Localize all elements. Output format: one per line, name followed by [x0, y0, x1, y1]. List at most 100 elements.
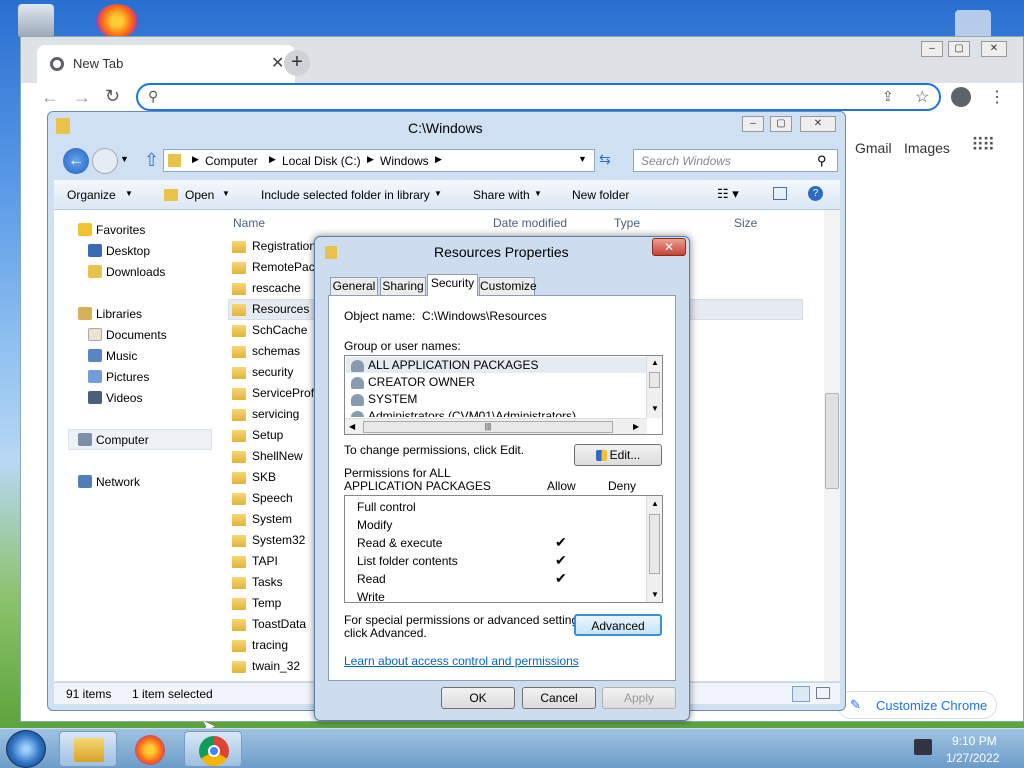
- preview-pane-icon[interactable]: [773, 187, 787, 200]
- folder-row[interactable]: System32: [228, 530, 318, 551]
- scroll-thumb[interactable]: [649, 514, 660, 574]
- minimize-button[interactable]: –: [921, 41, 943, 57]
- nav-desktop[interactable]: Desktop: [88, 242, 150, 260]
- learn-access-control-link[interactable]: Learn about access control and permissio…: [344, 654, 579, 668]
- up-icon[interactable]: ⇧: [144, 150, 159, 171]
- start-button[interactable]: [6, 730, 46, 768]
- dialog-close-button[interactable]: ✕: [652, 238, 686, 256]
- new-folder-button[interactable]: New folder: [572, 188, 629, 202]
- folder-row[interactable]: ShellNew: [228, 446, 318, 467]
- open-button[interactable]: Open: [185, 188, 214, 202]
- folder-row[interactable]: Speech: [228, 488, 318, 509]
- tab-sharing[interactable]: Sharing: [380, 277, 426, 296]
- scroll-right-icon[interactable]: ▶: [633, 422, 639, 431]
- edit-button[interactable]: Edit...: [574, 444, 662, 466]
- folder-row-selected[interactable]: Resources: [228, 299, 318, 320]
- folder-row[interactable]: SchCache: [228, 320, 318, 341]
- close-tab-icon[interactable]: ✕: [271, 53, 284, 73]
- explorer-maximize-button[interactable]: ▢: [770, 116, 792, 132]
- user-item[interactable]: CREATOR OWNER: [351, 375, 475, 389]
- column-type[interactable]: Type: [614, 216, 640, 230]
- apps-grid-icon[interactable]: ⠿⠿: [971, 135, 995, 156]
- folder-row[interactable]: Tasks: [228, 572, 318, 593]
- share-icon[interactable]: ⇪: [882, 88, 894, 105]
- file-list-scrollbar[interactable]: [824, 210, 840, 681]
- organize-button[interactable]: Organize: [67, 188, 116, 202]
- recent-dropdown-icon[interactable]: ▼: [120, 154, 129, 164]
- folder-row[interactable]: SKB: [228, 467, 318, 488]
- back-icon[interactable]: ←: [41, 87, 59, 108]
- refresh-icon[interactable]: ⇆: [599, 151, 611, 168]
- help-icon[interactable]: ?: [808, 186, 823, 201]
- chrome-tab[interactable]: New Tab ✕: [37, 45, 295, 83]
- clock-time[interactable]: 9:10 PM: [952, 734, 997, 748]
- images-link[interactable]: Images: [904, 140, 950, 156]
- address-bar[interactable]: ⚲ ⇪ ☆: [136, 83, 941, 111]
- breadcrumb[interactable]: Computer Local Disk (C:) Windows ▶ ▶ ▶ ▶…: [163, 149, 595, 172]
- scroll-left-icon[interactable]: ◀: [349, 422, 355, 431]
- menu-icon[interactable]: ⋮: [989, 87, 1005, 107]
- new-tab-button[interactable]: +: [284, 50, 310, 76]
- column-date-modified[interactable]: Date modified: [493, 216, 567, 230]
- folder-row[interactable]: tracing: [228, 635, 318, 656]
- recycle-bin-icon[interactable]: [18, 4, 54, 38]
- folder-row[interactable]: Temp: [228, 593, 318, 614]
- folder-row[interactable]: ToastData: [228, 614, 318, 635]
- folder-row[interactable]: Registration: [228, 236, 318, 257]
- network-tray-icon[interactable]: [914, 739, 932, 755]
- advanced-button[interactable]: Advanced: [574, 614, 662, 636]
- back-arrow-icon[interactable]: ←: [63, 148, 89, 174]
- permissions-vscroll[interactable]: ▲ ▼: [646, 496, 662, 602]
- folder-row[interactable]: rescache: [228, 278, 318, 299]
- chevron-down-icon[interactable]: ▼: [578, 154, 587, 164]
- reload-icon[interactable]: ↻: [105, 86, 120, 107]
- column-name[interactable]: Name: [233, 216, 265, 230]
- nav-favorites[interactable]: Favorites: [78, 221, 145, 239]
- bookmark-star-icon[interactable]: ☆: [915, 87, 929, 107]
- tab-customize[interactable]: Customize: [479, 277, 537, 296]
- hscroll-thumb[interactable]: |||: [363, 421, 613, 433]
- folder-row[interactable]: TAPI: [228, 551, 318, 572]
- gmail-link[interactable]: Gmail: [855, 140, 892, 156]
- explorer-close-button[interactable]: ✕: [800, 116, 836, 132]
- cancel-button[interactable]: Cancel: [522, 687, 596, 709]
- forward-icon[interactable]: →: [73, 87, 91, 108]
- folder-row[interactable]: servicing: [228, 404, 318, 425]
- tab-security[interactable]: Security: [427, 274, 478, 296]
- details-view-icon[interactable]: [792, 686, 810, 702]
- breadcrumb-windows[interactable]: Windows: [380, 154, 429, 168]
- scroll-thumb[interactable]: [649, 372, 660, 388]
- nav-music[interactable]: Music: [88, 347, 137, 365]
- user-list-hscroll[interactable]: ◀ ||| ▶: [345, 418, 647, 434]
- user-item[interactable]: SYSTEM: [351, 392, 417, 406]
- folder-row[interactable]: twain_32: [228, 656, 318, 677]
- profile-icon[interactable]: [951, 87, 971, 107]
- folder-row[interactable]: schemas: [228, 341, 318, 362]
- large-icons-view-icon[interactable]: [816, 687, 830, 699]
- view-options-icon[interactable]: ☷ ▾: [717, 186, 739, 202]
- folder-row[interactable]: System: [228, 509, 318, 530]
- explorer-minimize-button[interactable]: –: [742, 116, 764, 132]
- nav-libraries[interactable]: Libraries: [78, 305, 142, 323]
- share-with-button[interactable]: Share with: [473, 188, 530, 202]
- taskbar-explorer-button[interactable]: [59, 731, 117, 767]
- breadcrumb-computer[interactable]: Computer: [205, 154, 258, 168]
- group-user-list[interactable]: ALL APPLICATION PACKAGES CREATOR OWNER S…: [344, 355, 663, 435]
- folder-row[interactable]: Setup: [228, 425, 318, 446]
- nav-downloads[interactable]: Downloads: [88, 263, 165, 281]
- taskbar-firefox-button[interactable]: [121, 731, 179, 767]
- folder-row[interactable]: ServiceProfi: [228, 383, 318, 404]
- column-size[interactable]: Size: [734, 216, 757, 230]
- nav-network[interactable]: Network: [78, 473, 140, 491]
- firefox-desktop-icon[interactable]: [96, 4, 138, 38]
- nav-documents[interactable]: Documents: [88, 326, 167, 344]
- search-input[interactable]: Search Windows ⚲: [633, 149, 838, 172]
- user-item[interactable]: Administrators (CVM01\Administrators): [351, 409, 576, 417]
- user-item[interactable]: ALL APPLICATION PACKAGES: [351, 358, 539, 372]
- apply-button[interactable]: Apply: [602, 687, 676, 709]
- scroll-up-icon[interactable]: ▲: [651, 499, 659, 508]
- user-list-vscroll[interactable]: ▲ ▼: [646, 356, 662, 418]
- folder-row[interactable]: RemotePac: [228, 257, 318, 278]
- forward-arrow-icon[interactable]: [92, 148, 118, 174]
- maximize-button[interactable]: ▢: [948, 41, 970, 57]
